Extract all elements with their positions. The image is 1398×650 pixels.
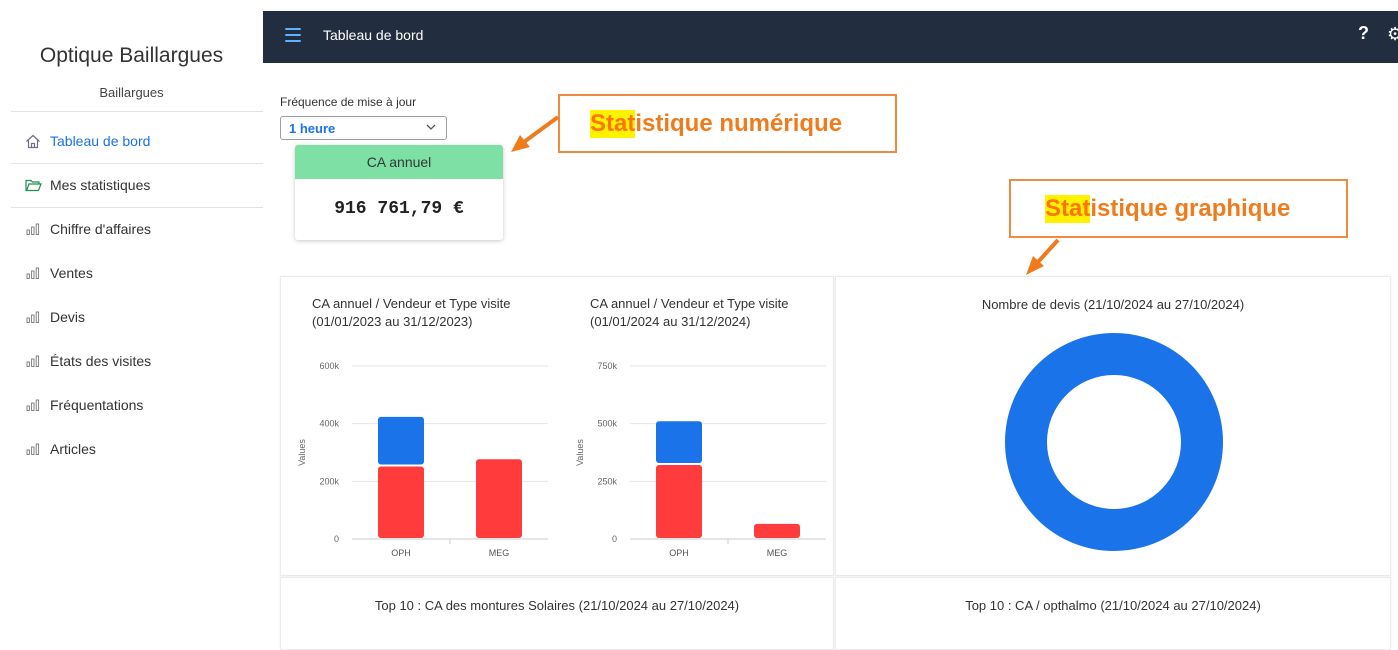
bar-chart-icon [24,221,42,237]
gear-icon[interactable]: ⚙ [1387,24,1398,45]
sidebar-item-ventes[interactable]: Ventes [24,261,93,285]
bar-chart-icon [24,441,42,457]
bar [378,466,424,538]
frequency-value: 1 heure [289,121,336,136]
y-tick-label: 200k [319,476,339,486]
x-tick-label: OPH [391,548,411,558]
annotation-text: istique numérique [635,109,843,137]
sidebar-item-label: Chiffre d'affaires [50,221,151,237]
menu-icon[interactable] [285,28,301,42]
y-tick-label: 400k [319,419,339,429]
annotation-graphic: Stat istique graphique [1009,179,1348,238]
y-tick-label: 750k [597,361,617,371]
chevron-down-icon [425,120,437,138]
brand-subtitle: Baillargues [99,85,164,100]
annotation-numeric: Stat istique numérique [558,94,897,153]
sidebar-item-label: Ventes [50,265,93,281]
annotation-text: istique graphique [1090,194,1291,222]
sidebar-divider [11,111,263,112]
sidebar-item-frequentations[interactable]: Fréquentations [24,393,143,417]
chart-panel-ca-annuel: CA annuel / Vendeur et Type visite (01/0… [280,276,834,576]
y-tick-label: 500k [597,419,617,429]
sidebar-item-label: Tableau de bord [50,133,151,149]
donut-chart [1005,333,1223,551]
sidebar-item-label: Devis [50,309,86,325]
arrow-icon [1026,238,1060,275]
panel-title: Top 10 : CA des montures Solaires (21/10… [374,598,740,613]
bar-chart-icon [24,265,42,281]
bar [656,421,702,464]
bar [378,416,424,465]
y-axis-label: Values [297,439,307,466]
y-tick-label: 250k [597,476,617,486]
help-icon[interactable]: ? [1358,23,1369,44]
sidebar-item-mes-statistiques[interactable]: Mes statistiques [24,173,150,197]
bar-chart-2023: 0 200k 400k 600k OPH MEG Values [297,361,548,558]
bar-chart-icon [24,309,42,325]
sidebar-item-label: États des visites [50,353,152,369]
y-tick-label: 0 [334,534,339,544]
x-tick-label: MEG [489,548,510,558]
chart-panel-nombre-devis: Nombre de devis (21/10/2024 au 27/10/202… [835,276,1391,576]
panel-top10-solaires: Top 10 : CA des montures Solaires (21/10… [280,577,834,650]
arrow-icon [511,115,560,152]
sidebar-item-etats-des-visites[interactable]: États des visites [24,349,151,373]
sidebar-divider [11,207,263,208]
sidebar-item-devis[interactable]: Devis [24,305,85,329]
bar [476,459,522,538]
sidebar-item-label: Articles [50,441,96,457]
x-tick-label: OPH [669,548,689,558]
kpi-title: CA annuel [295,145,503,179]
folder-icon [24,177,42,193]
sidebar-item-label: Mes statistiques [50,177,151,193]
sidebar-item-label: Fréquentations [50,397,144,413]
panel-top10-opthalmo: Top 10 : CA / opthalmo (21/10/2024 au 27… [835,577,1391,650]
frequency-select[interactable]: 1 heure [280,116,447,140]
home-icon [24,133,42,149]
panel-title: Top 10 : CA / opthalmo (21/10/2024 au 27… [965,598,1261,613]
annotation-highlight: Stat [1045,194,1091,223]
top-bar: Tableau de bord ? ⚙ [263,11,1398,63]
brand-name: Optique Baillargues [39,44,224,67]
bar-chart-icon [24,353,42,369]
bar-chart-2024: 0 250k 500k 750k OPH MEG Values [575,361,826,558]
kpi-card: CA annuel 916 761,79 € [295,145,503,240]
sidebar-item-tableau-de-bord[interactable]: Tableau de bord [24,129,150,153]
sidebar-divider [11,163,263,164]
annotation-highlight: Stat [590,109,636,138]
sidebar: Optique Baillargues Baillargues Tableau … [0,0,263,650]
sidebar-item-articles[interactable]: Articles [24,437,96,461]
bar-chart-icon [24,397,42,413]
y-tick-label: 600k [319,361,339,371]
sidebar-item-chiffre-affaires[interactable]: Chiffre d'affaires [24,217,151,241]
x-tick-label: MEG [767,548,788,558]
bar [656,465,702,538]
donut-slice [1005,333,1223,551]
frequency-label: Fréquence de mise à jour [280,95,417,109]
bar [754,523,800,538]
y-tick-label: 0 [612,534,617,544]
y-axis-label: Values [575,439,585,466]
kpi-value: 916 761,79 € [334,199,464,219]
page-title: Tableau de bord [323,27,424,43]
